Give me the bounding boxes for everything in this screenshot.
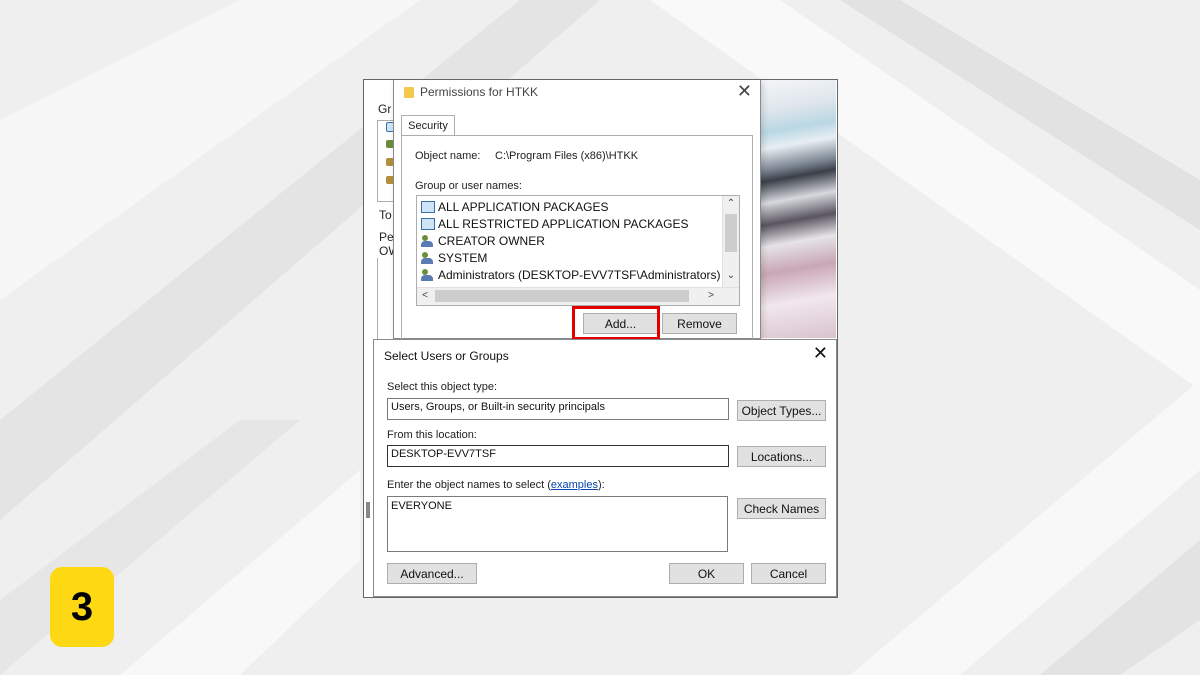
principals-listbox[interactable]: ALL APPLICATION PACKAGES ALL RESTRICTED … [416, 195, 740, 306]
remove-button[interactable]: Remove [662, 313, 737, 334]
list-item[interactable]: SYSTEM [421, 249, 487, 266]
permissions-dialog: Permissions for HTKK ✕ Security Object n… [393, 80, 761, 347]
check-names-button[interactable]: Check Names [737, 498, 826, 519]
user-group-icon [421, 234, 435, 247]
horizontal-scrollbar[interactable]: < > [417, 287, 739, 305]
screenshot-frame: Gr To Pe OW Permissions for HTKK ✕ Secur… [363, 79, 838, 598]
background-window-fragment: Gr [378, 102, 392, 116]
list-item[interactable]: CREATOR OWNER [421, 232, 545, 249]
permissions-title-text: Permissions for HTKK [420, 85, 539, 99]
scroll-down-icon[interactable]: ⌄ [723, 270, 739, 281]
select-users-dialog: Select Users or Groups ✕ Select this obj… [373, 339, 837, 597]
background-window-fragment: To [379, 208, 392, 222]
user-group-icon [421, 251, 435, 264]
tab-security[interactable]: Security [401, 115, 455, 136]
object-types-button[interactable]: Object Types... [737, 400, 826, 421]
close-icon[interactable]: ✕ [813, 343, 828, 364]
permissions-dialog-title: Permissions for HTKK [404, 85, 538, 99]
examples-link[interactable]: examples [551, 479, 598, 491]
object-name-label: Object name: [415, 150, 481, 162]
location-field: DESKTOP-EVV7TSF [387, 445, 729, 467]
object-name-value: C:\Program Files (x86)\HTKK [495, 150, 639, 162]
object-type-label: Select this object type: [387, 381, 498, 393]
advanced-button[interactable]: Advanced... [387, 563, 477, 584]
list-item-label: ALL APPLICATION PACKAGES [438, 199, 609, 214]
package-icon [421, 200, 435, 213]
vertical-scroll-thumb[interactable] [725, 214, 737, 252]
scroll-right-icon[interactable]: > [703, 290, 719, 301]
group-or-user-names-label: Group or user names: [415, 180, 522, 192]
list-item-label: Administrators (DESKTOP-EVV7TSF\Administ… [438, 267, 721, 282]
horizontal-scroll-thumb[interactable] [435, 290, 689, 302]
scroll-up-icon[interactable]: ⌃ [723, 198, 739, 209]
list-item-label: SYSTEM [438, 250, 488, 265]
background-scroll-grip [366, 502, 370, 518]
locations-button[interactable]: Locations... [737, 446, 826, 467]
enter-names-label: Enter the object names to select (exampl… [387, 479, 605, 491]
step-number-badge: 3 [50, 567, 114, 647]
ok-button[interactable]: OK [669, 563, 744, 584]
location-label: From this location: [387, 429, 477, 441]
list-item-label: CREATOR OWNER [438, 233, 545, 248]
add-button-highlight [572, 306, 660, 340]
package-icon [421, 217, 435, 230]
blurred-background-photo [756, 80, 836, 338]
list-item[interactable]: Administrators (DESKTOP-EVV7TSF\Administ… [421, 266, 721, 283]
object-names-input[interactable]: EVERYONE [387, 496, 728, 552]
list-item[interactable]: ALL APPLICATION PACKAGES [421, 198, 609, 215]
list-item[interactable]: ALL RESTRICTED APPLICATION PACKAGES [421, 215, 689, 232]
close-icon[interactable]: ✕ [737, 81, 752, 102]
list-item-label: ALL RESTRICTED APPLICATION PACKAGES [438, 216, 689, 231]
user-group-icon [421, 268, 435, 281]
background-window-fragment: Pe [379, 230, 394, 244]
folder-icon [404, 86, 414, 98]
scroll-left-icon[interactable]: < [417, 290, 433, 301]
object-type-field: Users, Groups, or Built-in security prin… [387, 398, 729, 420]
select-users-dialog-title: Select Users or Groups [384, 349, 509, 363]
vertical-scrollbar[interactable]: ⌃ ⌄ [722, 196, 739, 288]
cancel-button[interactable]: Cancel [751, 563, 826, 584]
